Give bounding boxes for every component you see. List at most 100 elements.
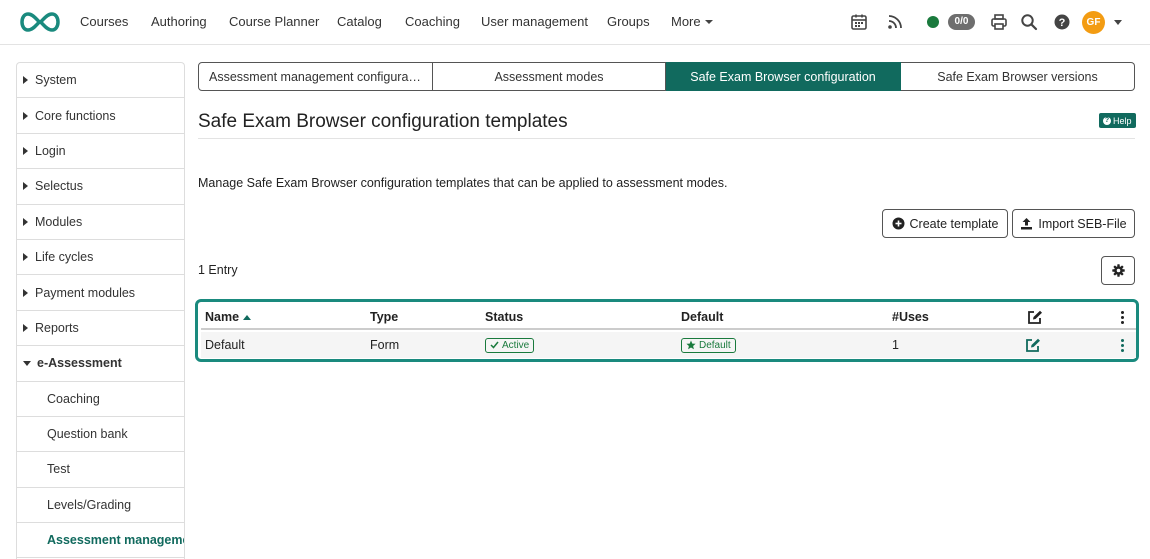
nav-courses[interactable]: Courses [80, 14, 128, 29]
sidebar-subitem-assessment-management[interactable]: Assessment management [17, 523, 184, 559]
tab-safe-exam-browser-configuration[interactable]: Safe Exam Browser configuration [666, 62, 901, 91]
print-icon[interactable] [990, 13, 1008, 31]
sort-ascending-icon [243, 314, 252, 320]
question-circle-icon: ? [1103, 116, 1111, 125]
sidebar-item-system[interactable]: System [17, 63, 184, 99]
sidebar-subitem-test[interactable]: Test [17, 452, 184, 488]
row-actions-button[interactable] [1120, 332, 1124, 358]
tab-label: Safe Exam Browser configuration [690, 69, 876, 84]
sidebar-item-label: System [35, 73, 77, 88]
edit-row-button[interactable] [1025, 332, 1041, 358]
top-navigation: Courses Authoring Course Planner Catalog… [0, 0, 1150, 45]
page-description: Manage Safe Exam Browser configuration t… [198, 176, 728, 190]
tab-assessment-modes[interactable]: Assessment modes [433, 62, 666, 91]
sidebar-item-label: Question bank [47, 427, 128, 442]
user-avatar[interactable]: GF [1082, 11, 1105, 34]
sidebar-item-label: Coaching [47, 391, 100, 406]
caret-right-icon [23, 217, 28, 226]
header-label: Name [205, 310, 240, 324]
column-header-status[interactable]: Status [485, 304, 523, 330]
cell-default: Default [681, 332, 736, 358]
sidebar-item-modules[interactable]: Modules [17, 205, 184, 240]
nav-catalog[interactable]: Catalog [337, 14, 382, 29]
nav-groups[interactable]: Groups [607, 14, 650, 29]
caret-right-icon [23, 182, 28, 191]
config-tabs: Assessment management configurati… Asses… [198, 62, 1135, 91]
nav-course-planner[interactable]: Course Planner [229, 14, 319, 29]
status-label: Active [502, 339, 530, 351]
cell-status: Active [485, 332, 535, 358]
sidebar-item-life-cycles[interactable]: Life cycles [17, 240, 184, 276]
nav-coaching[interactable]: Coaching [405, 14, 460, 29]
caret-right-icon [23, 146, 28, 155]
caret-right-icon [23, 288, 28, 297]
nav-more[interactable]: More [671, 14, 713, 29]
search-icon[interactable] [1020, 13, 1038, 31]
sidebar-item-label: Reports [35, 320, 79, 335]
sidebar-subitem-coaching[interactable]: Coaching [17, 382, 184, 417]
sidebar-item-reports[interactable]: Reports [17, 311, 184, 347]
svg-text:?: ? [1059, 17, 1066, 29]
edit-icon [1026, 338, 1040, 352]
tab-safe-exam-browser-versions[interactable]: Safe Exam Browser versions [901, 62, 1135, 91]
sidebar-item-label: Life cycles [35, 250, 94, 265]
sidebar-item-selectus[interactable]: Selectus [17, 169, 184, 205]
sidebar-item-e-assessment[interactable]: e-Assessment [17, 346, 184, 382]
table-header-row: Name Type Status Default #Uses [201, 304, 1136, 330]
gear-icon [1111, 264, 1125, 277]
rss-feed-icon[interactable] [886, 13, 904, 31]
nav-user-management[interactable]: User management [481, 14, 588, 29]
import-seb-file-label: Import SEB-File [1038, 216, 1127, 231]
tab-assessment-management-configuration[interactable]: Assessment management configurati… [198, 62, 433, 91]
column-header-actions[interactable] [1120, 304, 1124, 330]
chevron-down-icon[interactable] [1114, 20, 1122, 25]
column-header-edit [1027, 304, 1043, 330]
column-header-name[interactable]: Name [205, 304, 252, 330]
online-status-dot[interactable] [927, 16, 939, 28]
cell-uses: 1 [892, 338, 899, 352]
star-icon [686, 340, 696, 350]
sidebar-item-label: Payment modules [35, 285, 136, 300]
calendar-icon[interactable] [850, 13, 868, 31]
column-header-default[interactable]: Default [681, 304, 723, 330]
sidebar-item-label: Selectus [35, 179, 83, 194]
help-icon[interactable]: ? [1053, 13, 1071, 31]
sidebar-item-label: Core functions [35, 108, 116, 123]
nav-more-label: More [671, 14, 701, 29]
tab-label: Assessment management configurati… [209, 69, 422, 84]
caret-right-icon [23, 111, 28, 120]
notification-counter-badge[interactable]: 0/0 [948, 14, 975, 30]
sidebar-item-login[interactable]: Login [17, 134, 184, 170]
import-seb-file-button[interactable]: Import SEB-File [1012, 209, 1135, 238]
entry-count: 1 Entry [198, 263, 238, 277]
check-icon [490, 341, 499, 349]
title-divider [198, 138, 1135, 139]
sidebar-item-label: Login [35, 143, 66, 158]
caret-right-icon [23, 253, 28, 262]
page-title: Safe Exam Browser configuration template… [198, 111, 568, 132]
tab-label: Safe Exam Browser versions [937, 69, 1098, 84]
column-header-type[interactable]: Type [370, 304, 398, 330]
help-button[interactable]: ? Help [1099, 113, 1136, 128]
sidebar-item-label: Modules [35, 214, 83, 229]
create-template-button[interactable]: Create template [882, 209, 1008, 238]
nav-authoring[interactable]: Authoring [151, 14, 207, 29]
default-badge: Default [681, 337, 736, 353]
table-settings-button[interactable] [1101, 256, 1135, 285]
sidebar-subitem-levels-grading[interactable]: Levels/Grading [17, 488, 184, 524]
sidebar-item-label: Assessment management [47, 533, 184, 548]
table-row: Default Form Active Default 1 [201, 332, 1136, 358]
sidebar-subitem-question-bank[interactable]: Question bank [17, 417, 184, 453]
sidebar-item-label: Levels/Grading [47, 497, 132, 512]
upload-icon [1021, 218, 1033, 230]
plus-circle-icon [892, 217, 905, 230]
more-vertical-icon [1120, 310, 1124, 324]
create-template-label: Create template [909, 216, 999, 231]
tab-label: Assessment modes [494, 69, 604, 84]
sidebar-item-core-functions[interactable]: Core functions [17, 98, 184, 134]
sidebar-item-payment-modules[interactable]: Payment modules [17, 275, 184, 311]
openolat-logo-icon[interactable] [16, 10, 64, 34]
column-header-uses[interactable]: #Uses [892, 304, 929, 330]
help-label: Help [1113, 115, 1132, 126]
sidebar-item-label: e-Assessment [37, 356, 122, 371]
